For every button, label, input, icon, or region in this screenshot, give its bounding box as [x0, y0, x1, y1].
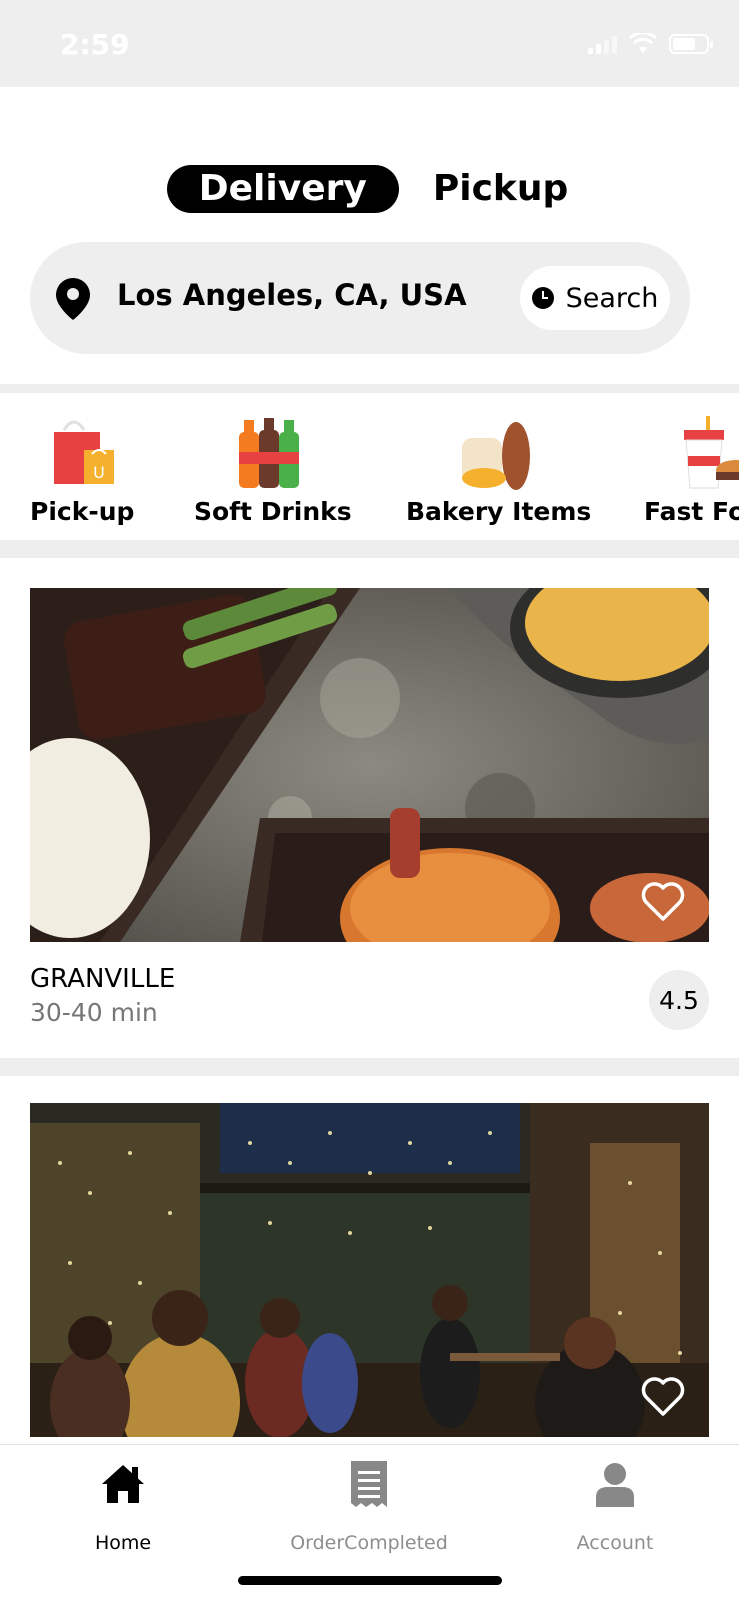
category-label: Bakery Items	[406, 497, 592, 526]
home-indicator[interactable]	[238, 1576, 502, 1585]
tab-label: Home	[94, 1532, 152, 1554]
mode-toggle: Delivery Pickup	[0, 165, 739, 213]
category-label: Pick-up	[30, 497, 135, 526]
person-icon	[596, 1463, 634, 1507]
tab-account[interactable]: Account	[515, 1459, 715, 1554]
search-button-label: Search	[565, 282, 659, 314]
restaurant-name: GRANVILLE	[30, 964, 176, 994]
wifi-icon	[629, 33, 657, 53]
svg-text:U: U	[93, 463, 105, 482]
status-bar: 2:59	[0, 0, 739, 87]
category-label: Fast Fo	[644, 497, 739, 526]
tab-home[interactable]: Home	[23, 1459, 223, 1554]
category-pick-up[interactable]: U Pick-up	[30, 392, 134, 526]
heart-icon[interactable]	[641, 1377, 685, 1417]
home-icon	[102, 1465, 144, 1503]
restaurant-photo[interactable]	[30, 588, 709, 942]
soda-bottles-icon	[239, 418, 299, 488]
tab-label: Account	[576, 1532, 654, 1554]
restaurant-card[interactable]: GRANVILLE 30-40 min 4.5	[30, 588, 709, 1030]
delivery-time: 30-40 min	[30, 998, 158, 1027]
location-bar[interactable]: Los Angeles, CA, USA Search	[30, 242, 690, 354]
bread-icon	[462, 422, 530, 490]
heart-icon[interactable]	[641, 882, 685, 922]
receipt-icon	[351, 1461, 387, 1507]
restaurant-card[interactable]	[30, 1103, 709, 1437]
grilled-steak-and-burger-photo	[30, 588, 709, 942]
battery-icon	[669, 34, 713, 54]
tab-label: OrderCompleted	[290, 1532, 448, 1554]
clock-icon	[531, 287, 554, 309]
category-label: Soft Drinks	[194, 497, 352, 526]
status-icons	[588, 33, 713, 55]
search-button[interactable]: Search	[520, 266, 670, 330]
category-strip[interactable]: U Pick-up Soft Drinks Bakery Items Fast …	[0, 392, 739, 540]
location-text[interactable]: Los Angeles, CA, USA	[117, 278, 467, 312]
cellular-signal-icon	[588, 34, 617, 54]
pickup-tab[interactable]: Pickup	[429, 165, 572, 213]
category-bakery-items[interactable]: Bakery Items	[406, 392, 592, 526]
restaurant-photo[interactable]	[30, 1103, 709, 1437]
shopping-bag-icon: U	[54, 420, 114, 484]
location-pin-icon	[56, 278, 90, 320]
tab-order-completed[interactable]: OrderCompleted	[269, 1459, 469, 1554]
section-divider	[0, 1058, 739, 1076]
section-divider	[0, 540, 739, 558]
delivery-tab[interactable]: Delivery	[166, 165, 399, 213]
outdoor-patio-dining-photo	[30, 1103, 709, 1437]
fast-food-icon	[684, 416, 739, 489]
category-fast-food[interactable]: Fast Fo	[644, 392, 739, 526]
rating-badge: 4.5	[649, 970, 709, 1030]
status-time: 2:59	[60, 28, 130, 61]
category-soft-drinks[interactable]: Soft Drinks	[194, 392, 352, 526]
